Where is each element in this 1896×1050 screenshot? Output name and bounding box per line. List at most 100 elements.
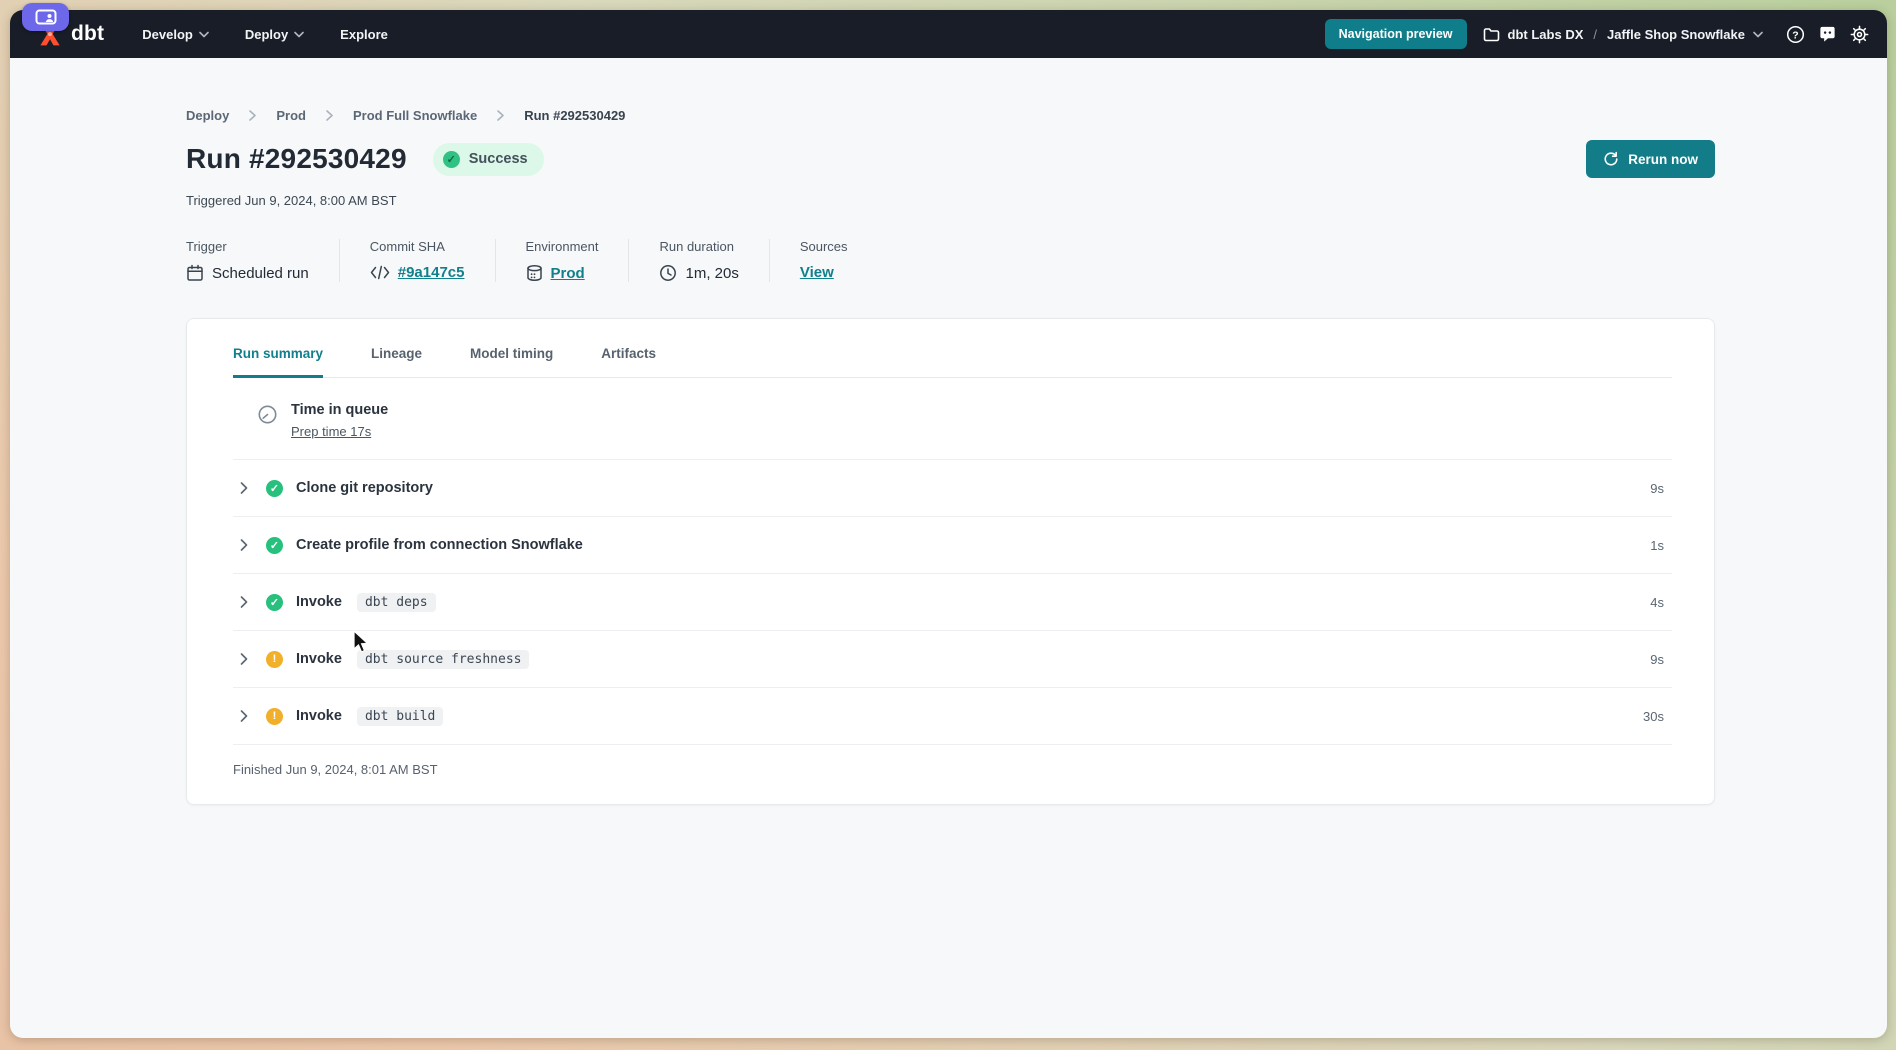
meta-label: Run duration: [659, 239, 738, 254]
chevron-right-icon: [497, 110, 504, 121]
triggered-timestamp: Triggered Jun 9, 2024, 8:00 AM BST: [186, 193, 1715, 208]
sources-view-link[interactable]: View: [800, 264, 834, 281]
meta-environment: Environment Prod: [526, 239, 630, 282]
step-row-create-profile[interactable]: Create profile from connection Snowflake…: [233, 517, 1672, 574]
step-duration: 30s: [1643, 709, 1664, 724]
folder-icon: [1483, 27, 1500, 42]
page-title: Run #292530429: [186, 143, 407, 175]
feedback-icon[interactable]: [1817, 24, 1837, 44]
screen-share-badge: [22, 3, 69, 31]
tab-artifacts[interactable]: Artifacts: [601, 346, 656, 378]
chevron-right-icon[interactable]: [235, 539, 253, 551]
status-warning-icon: [266, 708, 283, 725]
environment-link[interactable]: Prod: [551, 265, 585, 282]
clock-icon: [659, 264, 677, 282]
status-success-icon: [266, 594, 283, 611]
calendar-icon: [186, 264, 204, 282]
screen-user-icon: [35, 9, 57, 26]
breadcrumb-deploy[interactable]: Deploy: [186, 108, 229, 123]
project-name: Jaffle Shop Snowflake: [1607, 27, 1745, 42]
step-duration: 1s: [1650, 538, 1664, 553]
page-content: Deploy Prod Prod Full Snowflake Run #292…: [10, 58, 1887, 1038]
tab-model-timing[interactable]: Model timing: [470, 346, 553, 378]
step-command: dbt deps: [357, 593, 436, 612]
run-summary-card: Run summary Lineage Model timing Artifac…: [186, 318, 1715, 805]
nav-menu-label: Explore: [340, 27, 388, 42]
meta-trigger: Trigger Scheduled run: [186, 239, 340, 282]
top-navbar: dbt Develop Deploy Explore Navigation pr…: [10, 10, 1887, 58]
chevron-right-icon[interactable]: [235, 710, 253, 722]
step-duration: 4s: [1650, 595, 1664, 610]
account-name: dbt Labs DX: [1508, 27, 1584, 42]
svg-text:?: ?: [1792, 30, 1798, 41]
chevron-right-icon: [326, 110, 333, 121]
status-badge-label: Success: [469, 151, 528, 167]
step-label: Clone git repository: [296, 480, 433, 496]
navigation-preview-button[interactable]: Navigation preview: [1325, 19, 1467, 49]
meta-run-duration: Run duration 1m, 20s: [659, 239, 769, 282]
rerun-now-button[interactable]: Rerun now: [1586, 140, 1715, 178]
step-row-clone-git[interactable]: Clone git repository 9s: [233, 460, 1672, 517]
window-frame: dbt Develop Deploy Explore Navigation pr…: [0, 0, 1896, 1050]
prep-time-link[interactable]: Prep time 17s: [291, 424, 371, 439]
status-success-icon: [266, 480, 283, 497]
brand-name: dbt: [71, 22, 104, 46]
nav-menu-deploy[interactable]: Deploy: [245, 27, 304, 42]
database-icon: [526, 264, 543, 282]
code-icon: [370, 265, 390, 280]
queue-title: Time in queue: [291, 402, 388, 418]
meta-commit-sha: Commit SHA #9a147c5: [370, 239, 496, 282]
rerun-refresh-icon: [1603, 151, 1619, 167]
meta-label: Commit SHA: [370, 239, 465, 254]
step-duration: 9s: [1650, 481, 1664, 496]
step-label: Invoke: [296, 708, 342, 724]
status-badge: Success: [433, 143, 544, 176]
nav-menu-label: Develop: [142, 27, 193, 42]
meta-sources: Sources View: [800, 239, 878, 282]
step-row-dbt-source-freshness[interactable]: Invoke dbt source freshness 9s: [233, 631, 1672, 688]
chevron-down-icon: [294, 31, 304, 38]
step-row-dbt-build[interactable]: Invoke dbt build 30s: [233, 688, 1672, 745]
title-row: Run #292530429 Success Rerun now: [186, 140, 1715, 178]
help-icon[interactable]: ?: [1785, 24, 1805, 44]
chevron-down-icon: [199, 31, 209, 38]
rerun-button-label: Rerun now: [1628, 152, 1698, 167]
run-metadata: Trigger Scheduled run Commit SHA: [186, 239, 1715, 282]
breadcrumb-run: Run #292530429: [524, 108, 625, 123]
run-duration-value: 1m, 20s: [685, 265, 738, 282]
nav-menu-explore[interactable]: Explore: [340, 27, 388, 42]
step-command: dbt source freshness: [357, 650, 530, 669]
breadcrumb-job[interactable]: Prod Full Snowflake: [353, 108, 477, 123]
project-switcher[interactable]: dbt Labs DX / Jaffle Shop Snowflake: [1483, 27, 1763, 42]
settings-gear-icon[interactable]: [1849, 24, 1869, 44]
chevron-right-icon: [249, 110, 256, 121]
chevron-right-icon[interactable]: [235, 482, 253, 494]
step-label: Create profile from connection Snowflake: [296, 537, 583, 553]
meta-label: Trigger: [186, 239, 309, 254]
chevron-right-icon[interactable]: [235, 596, 253, 608]
success-check-icon: [443, 151, 460, 168]
step-label: Invoke: [296, 594, 342, 610]
breadcrumb-separator: /: [1591, 27, 1599, 42]
chevron-down-icon: [1753, 31, 1763, 38]
breadcrumb-prod[interactable]: Prod: [276, 108, 306, 123]
nav-menu-develop[interactable]: Develop: [142, 27, 209, 42]
time-in-queue-row: Time in queue Prep time 17s: [233, 378, 1672, 460]
navbar-right: Navigation preview dbt Labs DX / Jaffle …: [1325, 19, 1869, 49]
queue-clock-icon: [257, 404, 278, 425]
breadcrumb: Deploy Prod Prod Full Snowflake Run #292…: [186, 108, 1715, 123]
status-warning-icon: [266, 651, 283, 668]
step-duration: 9s: [1650, 652, 1664, 667]
status-success-icon: [266, 537, 283, 554]
tab-bar: Run summary Lineage Model timing Artifac…: [233, 319, 1672, 378]
tab-run-summary[interactable]: Run summary: [233, 346, 323, 378]
navbar-icons: ?: [1785, 24, 1869, 44]
nav-menu-label: Deploy: [245, 27, 288, 42]
meta-label: Environment: [526, 239, 599, 254]
tab-lineage[interactable]: Lineage: [371, 346, 422, 378]
meta-label: Sources: [800, 239, 848, 254]
step-command: dbt build: [357, 707, 443, 726]
step-row-dbt-deps[interactable]: Invoke dbt deps 4s: [233, 574, 1672, 631]
chevron-right-icon[interactable]: [235, 653, 253, 665]
commit-sha-link[interactable]: #9a147c5: [398, 264, 465, 281]
